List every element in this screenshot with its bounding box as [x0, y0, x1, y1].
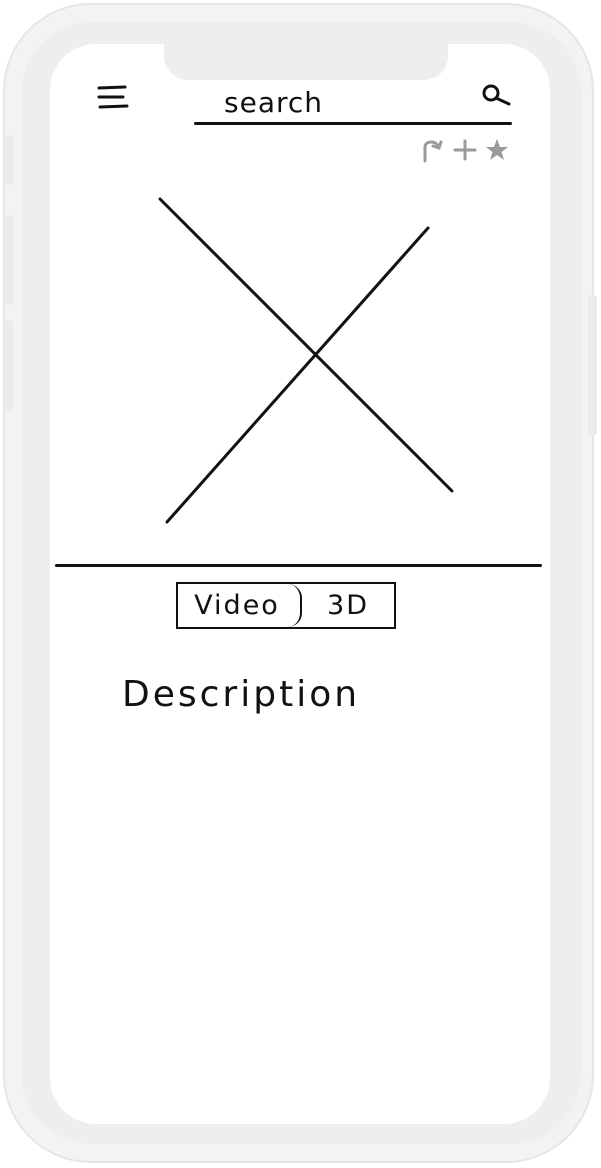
section-divider [55, 564, 542, 567]
app-stage: Video 3D Description [0, 0, 601, 1168]
image-placeholder-icon [155, 194, 457, 526]
media-mode-toggle: Video 3D [176, 582, 396, 629]
tab-video[interactable]: Video [178, 584, 302, 627]
action-toolbar [420, 136, 516, 164]
phone-screen: Video 3D Description [50, 44, 550, 1124]
phone-side-button [588, 295, 597, 435]
phone-side-button [4, 215, 13, 305]
share-icon[interactable] [420, 136, 446, 164]
phone-notch [164, 44, 448, 80]
phone-side-button [4, 320, 13, 410]
hamburger-icon[interactable] [97, 84, 129, 112]
tab-3d[interactable]: 3D [302, 584, 394, 627]
search-icon[interactable] [478, 82, 514, 114]
search-bar [194, 76, 512, 126]
star-icon[interactable] [484, 136, 510, 164]
description-text: Description [122, 674, 361, 715]
phone-side-button [4, 135, 13, 185]
add-icon[interactable] [452, 136, 478, 164]
search-input[interactable] [218, 84, 480, 120]
search-underline [194, 122, 512, 125]
